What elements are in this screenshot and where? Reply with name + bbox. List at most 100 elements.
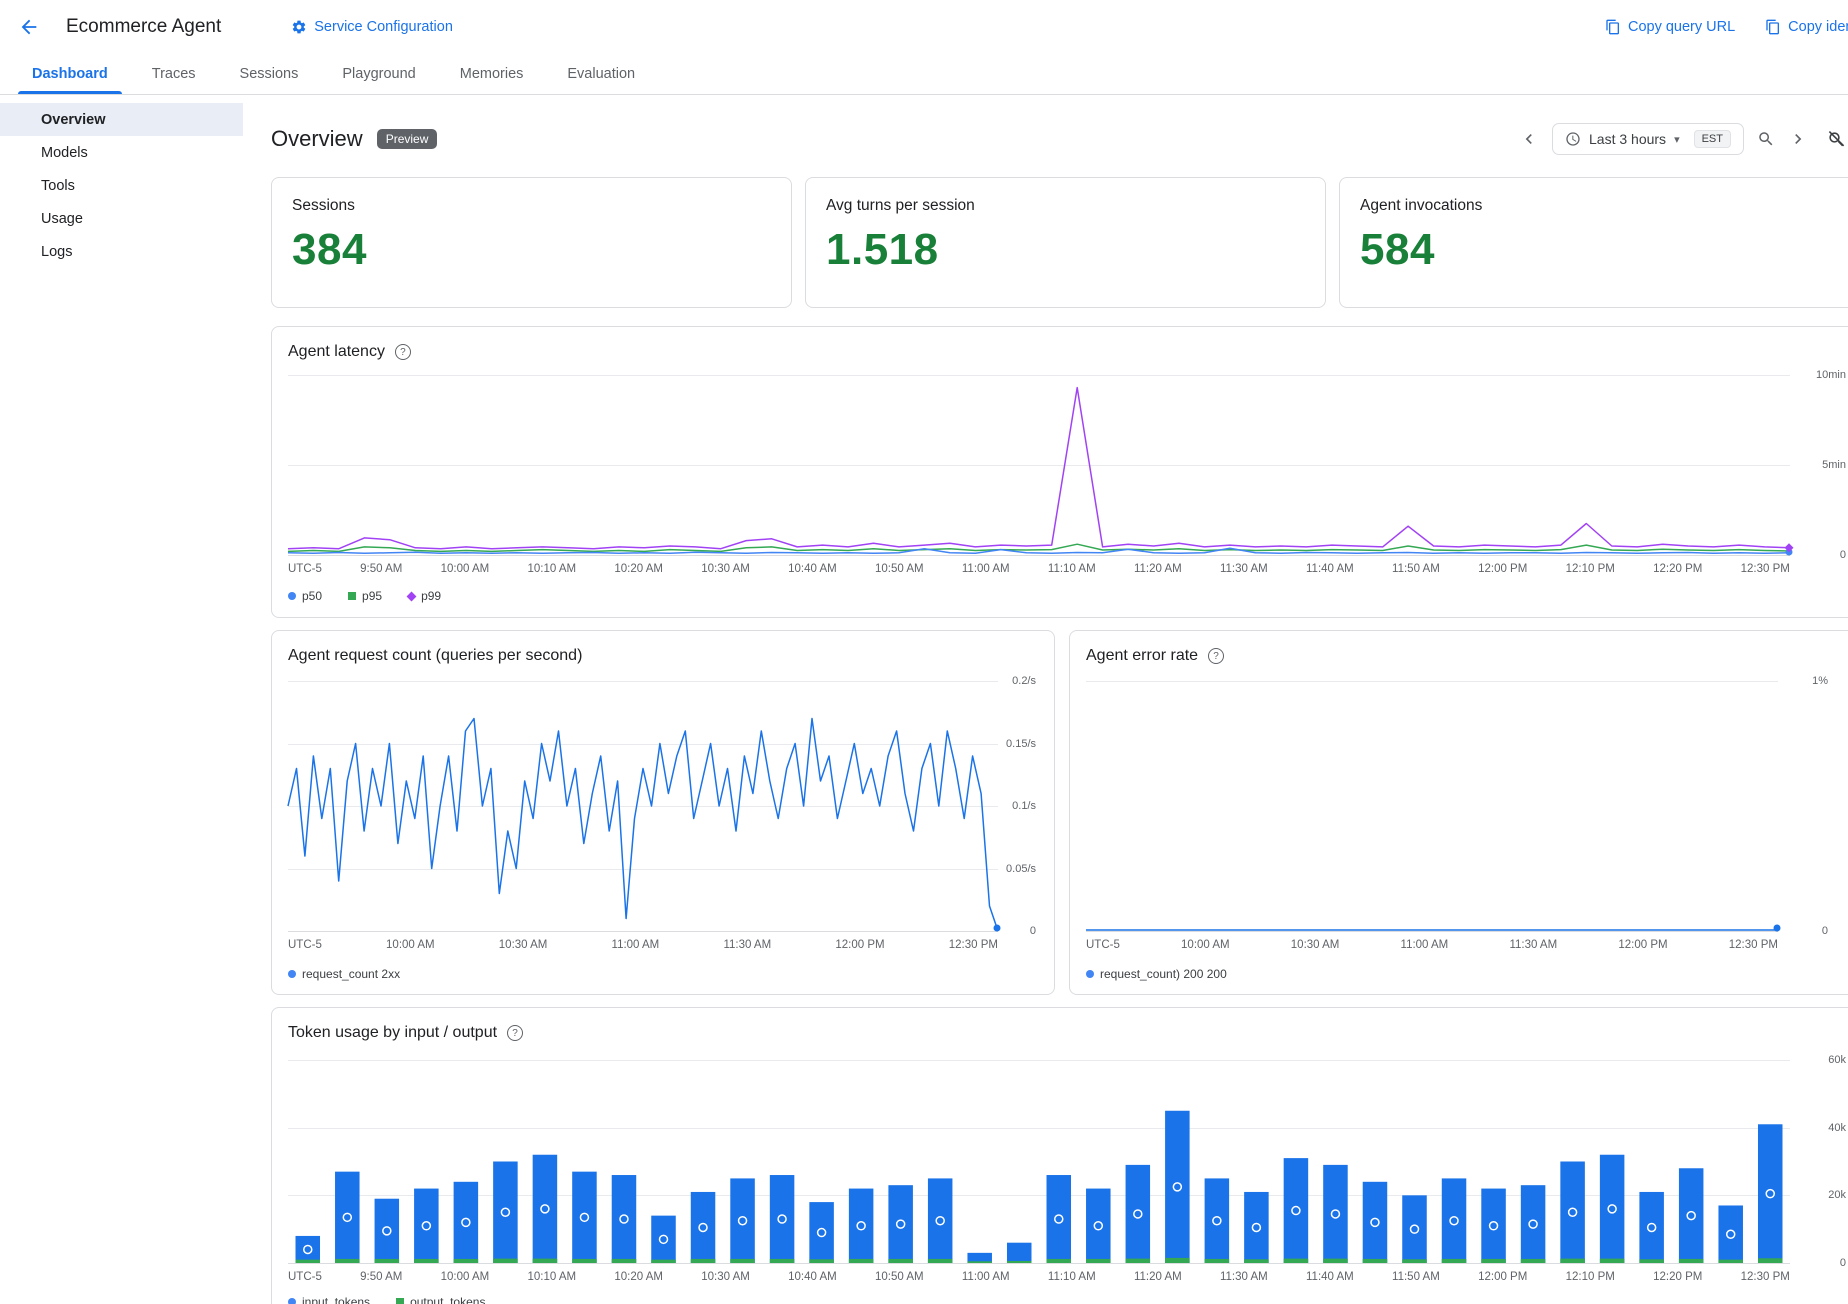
token-usage-plot[interactable]: 60k 40k 20k 0 [288,1060,1790,1263]
axis-tick-label: 10:30 AM [499,939,548,951]
token-usage-card: Token usage by input / output ? 60k 40k … [271,1007,1848,1304]
sidebar-item-logs[interactable]: Logs [0,235,243,268]
copy-query-url-button[interactable]: Copy query URL [1605,19,1735,35]
token-usage-chart[interactable] [288,1060,1790,1263]
axis-tick-label: 11:00 AM [1401,939,1449,951]
tab-sessions[interactable]: Sessions [218,53,321,94]
agent-latency-card: Agent latency ? 10min 5min 0 UTC-59:50 A… [271,326,1848,618]
y-axis-label: 0 [1840,1257,1846,1269]
p50-marker-icon [288,592,296,600]
chart-title: Agent error rate [1086,647,1198,665]
x-axis-labels: UTC-59:50 AM10:00 AM10:10 AM10:20 AM10:3… [288,1271,1790,1283]
legend-label: p99 [421,589,441,603]
legend-label: request_count 2xx [302,967,400,981]
axis-tick-label: 10:00 AM [386,939,435,951]
axis-tick-label: 11:30 AM [723,939,771,951]
tab-evaluation[interactable]: Evaluation [545,53,657,94]
y-axis-label: 0.2/s [1012,675,1036,687]
axis-tick-label: 11:50 AM [1392,563,1440,575]
chart-legend: request_count) 200 200 [1086,967,1848,981]
legend-item-p50[interactable]: p50 [288,589,322,603]
sidebar-item-models[interactable]: Models [0,136,243,169]
chevron-right-icon[interactable] [1788,129,1808,149]
legend-item-p99[interactable]: p99 [408,589,441,603]
preview-badge: Preview [377,129,438,149]
legend-item-input-tokens[interactable]: input_tokens [288,1295,370,1304]
axis-tick-label: 11:40 AM [1306,563,1354,575]
search-icon[interactable] [1757,130,1775,148]
zoom-off-icon[interactable] [1827,130,1846,149]
help-icon[interactable]: ? [507,1025,523,1041]
sidebar-item-usage[interactable]: Usage [0,202,243,235]
time-range-label: Last 3 hours [1589,131,1666,147]
axis-tick-label: 12:30 PM [949,939,998,951]
axis-tick-label: 11:00 AM [962,1271,1010,1283]
service-configuration-label: Service Configuration [314,19,453,35]
sidebar-item-overview[interactable]: Overview [0,103,243,136]
overview-title: Overview [271,126,363,152]
help-icon[interactable]: ? [1208,648,1224,664]
legend-item-p95[interactable]: p95 [348,589,382,603]
axis-tick-label: 10:40 AM [788,563,837,575]
x-axis-labels: UTC-510:00 AM10:30 AM11:00 AM11:30 AM12:… [288,939,998,951]
time-range-picker[interactable]: Last 3 hours ▾ EST [1552,123,1744,155]
error-rate-plot[interactable]: 1% 0 [1086,681,1778,931]
axis-tick-label: UTC-5 [288,563,322,575]
help-icon[interactable]: ? [395,344,411,360]
tab-playground[interactable]: Playground [320,53,437,94]
p99-marker-icon [407,591,417,601]
legend-label: p50 [302,589,322,603]
legend-item-output-tokens[interactable]: output_tokens [396,1295,485,1304]
input-tokens-marker-icon [288,1298,296,1304]
chevron-left-icon[interactable] [1519,129,1539,149]
axis-tick-label: 11:00 AM [962,563,1010,575]
axis-tick-label: 10:00 AM [441,1271,490,1283]
chart-legend: request_count 2xx [288,967,1038,981]
y-axis-label: 5min [1822,459,1846,471]
metric-label: Sessions [292,197,771,215]
tab-dashboard[interactable]: Dashboard [10,53,130,94]
axis-tick-label: 10:20 AM [614,563,663,575]
axis-tick-label: 11:50 AM [1392,1271,1440,1283]
request-count-chart[interactable] [288,681,998,931]
error-rate-chart[interactable] [1086,681,1778,931]
axis-tick-label: 12:30 PM [1729,939,1778,951]
service-configuration-link[interactable]: Service Configuration [291,19,453,35]
app-header: Ecommerce Agent Service Configuration Co… [0,0,1848,53]
axis-tick-label: 12:10 PM [1566,563,1615,575]
latency-plot[interactable]: 10min 5min 0 [288,375,1790,555]
metric-card-invocations: Agent invocations 584 [1339,177,1848,308]
copy-identity-button[interactable]: Copy identity [1765,19,1848,35]
sidebar-item-tools[interactable]: Tools [0,169,243,202]
series-marker-icon [288,970,296,978]
tab-memories[interactable]: Memories [438,53,546,94]
legend-label: input_tokens [302,1295,370,1304]
axis-tick-label: 10:30 AM [701,563,750,575]
y-axis-label: 60k [1828,1054,1846,1066]
y-axis-label: 20k [1828,1189,1846,1201]
request-count-plot[interactable]: 0.2/s 0.15/s 0.1/s 0.05/s 0 [288,681,998,931]
metric-cards-row: Sessions 384 Avg turns per session 1.518… [271,177,1848,308]
legend-item-error-rate[interactable]: request_count) 200 200 [1086,967,1227,981]
copy-query-url-label: Copy query URL [1628,19,1735,35]
axis-tick-label: UTC-5 [288,1271,322,1283]
axis-tick-label: 11:10 AM [1048,1271,1096,1283]
axis-tick-label: 12:20 PM [1653,1271,1702,1283]
agent-error-rate-card: Agent error rate ? 1% 0 UTC-510:00 AM10:… [1069,630,1848,995]
timezone-badge[interactable]: EST [1694,130,1731,148]
axis-tick-label: 12:00 PM [1478,1271,1527,1283]
clock-icon [1565,131,1581,147]
time-controls: Last 3 hours ▾ EST [1519,123,1846,155]
tab-traces[interactable]: Traces [130,53,218,94]
axis-tick-label: 10:00 AM [441,563,490,575]
metric-card-avg-turns: Avg turns per session 1.518 [805,177,1326,308]
axis-tick-label: 9:50 AM [360,1271,402,1283]
chart-title: Agent request count (queries per second) [288,647,582,665]
back-arrow-icon[interactable] [18,16,40,38]
axis-tick-label: 10:50 AM [875,1271,924,1283]
axis-tick-label: 11:20 AM [1134,563,1182,575]
legend-item-request-count[interactable]: request_count 2xx [288,967,400,981]
y-axis-label: 1% [1812,675,1828,687]
output-tokens-marker-icon [396,1298,404,1304]
latency-chart[interactable] [288,375,1790,555]
